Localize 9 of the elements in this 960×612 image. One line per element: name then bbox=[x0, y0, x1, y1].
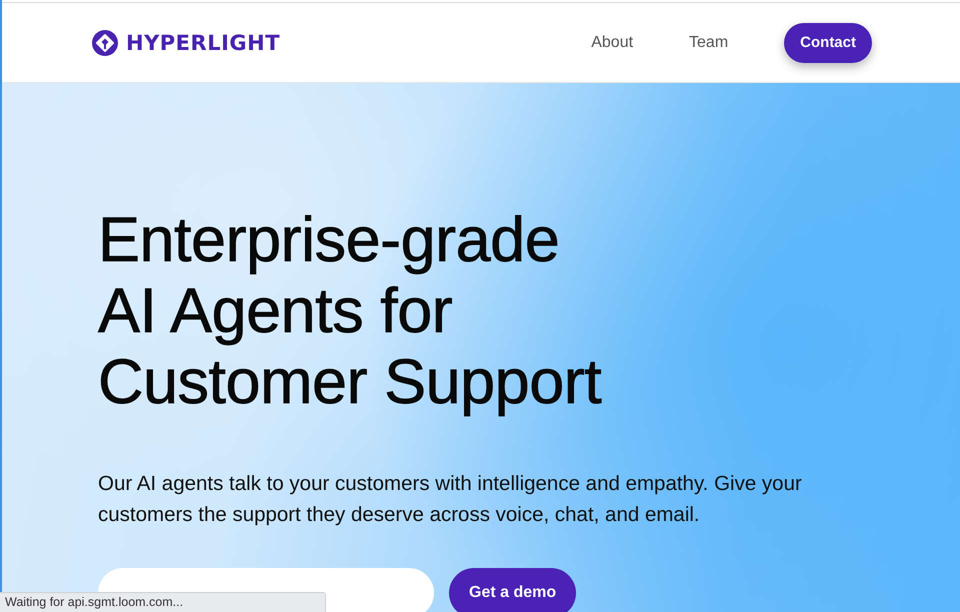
browser-status-bar: Waiting for api.sgmt.loom.com... bbox=[0, 592, 326, 612]
hero-subtitle: Our AI agents talk to your customers with intelligence and empathy. Give your customers the support they deserve across voice, chat, and email. bbox=[98, 471, 803, 528]
logo-icon bbox=[92, 30, 118, 56]
nav-link[interactable]: Team bbox=[689, 34, 728, 52]
demo-button[interactable]: Get a demo bbox=[449, 568, 576, 612]
nav-link[interactable]: About bbox=[591, 34, 634, 52]
contact-button[interactable]: Contact bbox=[784, 22, 872, 62]
brand-name: HYPERLIGHT bbox=[126, 30, 280, 54]
hero-headline: Enterprise-grade AI Agents for Customer Support bbox=[98, 205, 602, 418]
